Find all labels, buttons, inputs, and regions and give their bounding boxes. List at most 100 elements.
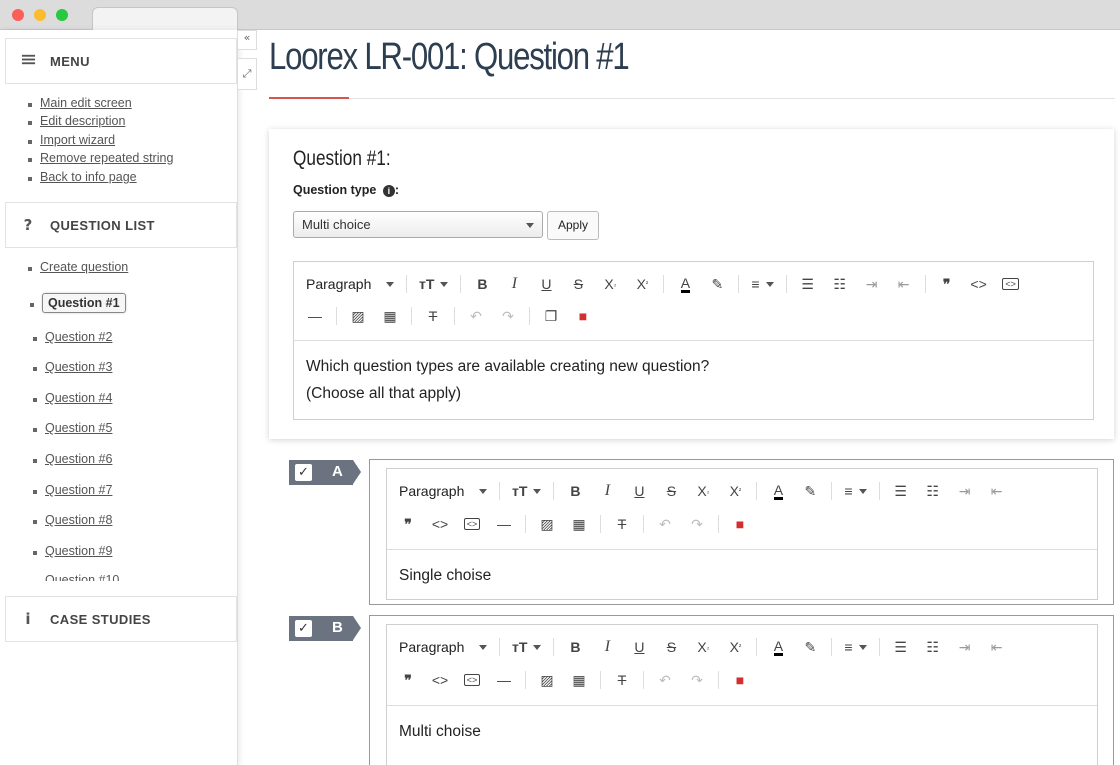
font-size-icon[interactable]: тT xyxy=(508,634,545,660)
highlight-icon[interactable]: ✎ xyxy=(797,478,823,504)
bold-icon[interactable]: B xyxy=(469,271,495,297)
question-link-10[interactable]: Question #10 xyxy=(45,573,119,581)
delete-icon[interactable]: ■ xyxy=(570,303,596,329)
block-format-dropdown[interactable]: Paragraph xyxy=(302,271,398,297)
highlight-icon[interactable]: ✎ xyxy=(797,634,823,660)
undo-icon[interactable]: ↶ xyxy=(652,511,678,537)
highlight-icon[interactable]: ✎ xyxy=(704,271,730,297)
answer-a-text-area[interactable]: Single choise xyxy=(387,549,1097,600)
source-code-icon[interactable]: <> xyxy=(459,511,485,537)
block-format-dropdown[interactable]: Paragraph xyxy=(395,634,491,660)
question-link-6[interactable]: Question #6 xyxy=(32,452,112,466)
horizontal-rule-icon[interactable]: — xyxy=(302,303,328,329)
create-question-link[interactable]: Create question xyxy=(27,260,128,274)
italic-icon[interactable]: I xyxy=(594,478,620,504)
menu-link-main-edit[interactable]: Main edit screen xyxy=(28,96,132,110)
subscript-icon[interactable]: X₂ xyxy=(690,478,716,504)
redo-icon[interactable]: ↷ xyxy=(684,511,710,537)
redo-icon[interactable]: ↷ xyxy=(684,667,710,693)
source-code-icon[interactable]: <> xyxy=(459,667,485,693)
clear-format-icon[interactable]: T xyxy=(420,303,446,329)
bullet-list-icon[interactable]: ☰ xyxy=(888,478,914,504)
minimize-window-button[interactable] xyxy=(34,9,46,21)
browser-tab[interactable] xyxy=(92,7,238,31)
question-link-2[interactable]: Question #2 xyxy=(32,330,112,344)
bullet-list-icon[interactable]: ☰ xyxy=(888,634,914,660)
italic-icon[interactable]: I xyxy=(594,634,620,660)
subscript-icon[interactable]: X₂ xyxy=(597,271,623,297)
horizontal-rule-icon[interactable]: — xyxy=(491,667,517,693)
insert-table-icon[interactable]: ▦ xyxy=(566,511,592,537)
question-type-select[interactable]: Multi choice xyxy=(293,211,543,238)
numbered-list-icon[interactable]: ☷ xyxy=(920,478,946,504)
undo-icon[interactable]: ↶ xyxy=(652,667,678,693)
indent-icon[interactable]: ⇥ xyxy=(952,478,978,504)
maximize-window-button[interactable] xyxy=(56,9,68,21)
question-link-4[interactable]: Question #4 xyxy=(32,391,112,405)
question-text-area[interactable]: Which question types are available creat… xyxy=(294,340,1093,420)
blockquote-icon[interactable]: ❞ xyxy=(934,271,960,297)
code-icon[interactable]: <> xyxy=(427,511,453,537)
blockquote-icon[interactable]: ❞ xyxy=(395,511,421,537)
case-studies-section-header[interactable]: i CASE STUDIES xyxy=(5,596,237,642)
align-icon[interactable]: ≡ xyxy=(840,634,870,660)
bold-icon[interactable]: B xyxy=(562,478,588,504)
question-link-8[interactable]: Question #8 xyxy=(32,513,112,527)
question-link-9[interactable]: Question #9 xyxy=(32,544,112,558)
undo-icon[interactable]: ↶ xyxy=(463,303,489,329)
insert-image-icon[interactable]: ▨ xyxy=(534,511,560,537)
menu-section-header[interactable]: MENU xyxy=(5,38,237,84)
question-link-7[interactable]: Question #7 xyxy=(32,483,112,497)
menu-link-import-wizard[interactable]: Import wizard xyxy=(27,133,115,147)
code-icon[interactable]: <> xyxy=(966,271,992,297)
question-link-3[interactable]: Question #3 xyxy=(32,360,112,374)
superscript-icon[interactable]: X² xyxy=(629,271,655,297)
insert-image-icon[interactable]: ▨ xyxy=(345,303,371,329)
outdent-icon[interactable]: ⇤ xyxy=(891,271,917,297)
underline-icon[interactable]: U xyxy=(626,634,652,660)
answer-b-text-area[interactable]: Multi choise xyxy=(387,705,1097,765)
strikethrough-icon[interactable]: S xyxy=(658,478,684,504)
blockquote-icon[interactable]: ❞ xyxy=(395,667,421,693)
apply-button[interactable]: Apply xyxy=(547,211,599,240)
answer-a-checkbox[interactable]: ✓ xyxy=(295,464,312,481)
italic-icon[interactable]: I xyxy=(501,271,527,297)
menu-link-remove-repeated[interactable]: Remove repeated string xyxy=(27,151,173,165)
answer-b-checkbox[interactable]: ✓ xyxy=(295,620,312,637)
text-color-icon[interactable]: A xyxy=(765,634,791,660)
align-icon[interactable]: ≡ xyxy=(747,271,777,297)
outdent-icon[interactable]: ⇤ xyxy=(984,478,1010,504)
bold-icon[interactable]: B xyxy=(562,634,588,660)
indent-icon[interactable]: ⇥ xyxy=(952,634,978,660)
strikethrough-icon[interactable]: S xyxy=(658,634,684,660)
indent-icon[interactable]: ⇥ xyxy=(859,271,885,297)
superscript-icon[interactable]: X² xyxy=(722,634,748,660)
question-link-5[interactable]: Question #5 xyxy=(32,421,112,435)
menu-link-edit-description[interactable]: Edit description xyxy=(27,114,125,128)
subscript-icon[interactable]: X₂ xyxy=(690,634,716,660)
bullet-list-icon[interactable]: ☰ xyxy=(795,271,821,297)
delete-icon[interactable]: ■ xyxy=(727,511,753,537)
redo-icon[interactable]: ↷ xyxy=(495,303,521,329)
underline-icon[interactable]: U xyxy=(626,478,652,504)
font-size-icon[interactable]: тT xyxy=(508,478,545,504)
horizontal-rule-icon[interactable]: — xyxy=(491,511,517,537)
align-icon[interactable]: ≡ xyxy=(840,478,870,504)
code-icon[interactable]: <> xyxy=(427,667,453,693)
text-color-icon[interactable]: A xyxy=(672,271,698,297)
delete-icon[interactable]: ■ xyxy=(727,667,753,693)
clear-format-icon[interactable]: T xyxy=(609,667,635,693)
outdent-icon[interactable]: ⇤ xyxy=(984,634,1010,660)
block-format-dropdown[interactable]: Paragraph xyxy=(395,478,491,504)
numbered-list-icon[interactable]: ☷ xyxy=(827,271,853,297)
copy-icon[interactable]: ❐ xyxy=(538,303,564,329)
question-link-1[interactable]: Question #1 xyxy=(30,293,126,313)
font-size-icon[interactable]: тT xyxy=(415,271,452,297)
clear-format-icon[interactable]: T xyxy=(609,511,635,537)
strikethrough-icon[interactable]: S xyxy=(565,271,591,297)
question-list-section-header[interactable]: ? QUESTION LIST xyxy=(5,202,237,248)
text-color-icon[interactable]: A xyxy=(765,478,791,504)
insert-table-icon[interactable]: ▦ xyxy=(566,667,592,693)
insert-table-icon[interactable]: ▦ xyxy=(377,303,403,329)
underline-icon[interactable]: U xyxy=(533,271,559,297)
